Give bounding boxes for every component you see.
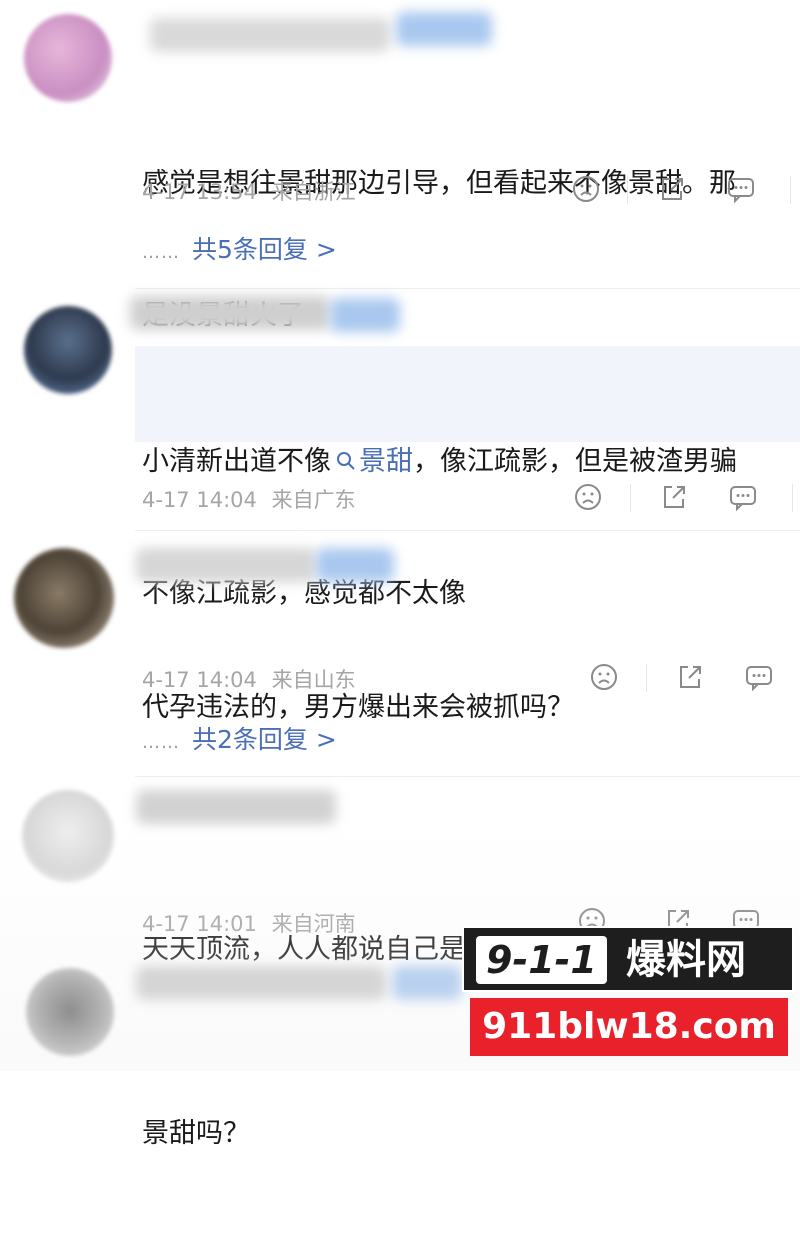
sad-face-icon[interactable] — [571, 174, 601, 204]
username-blurred[interactable] — [136, 548, 316, 582]
user-badge-blurred — [330, 298, 400, 332]
avatar[interactable] — [24, 14, 112, 102]
comment-meta: 4-17 14:04 来自山东 — [142, 664, 356, 694]
comment-location: 来自广东 — [271, 488, 356, 512]
comment-text: 代孕违法的，男方爆出来会被抓吗？ — [142, 692, 574, 723]
search-icon — [337, 452, 355, 470]
watermark-url: 911blw18.com — [482, 1006, 776, 1047]
username-blurred[interactable] — [150, 18, 390, 52]
user-badge-blurred — [316, 548, 394, 582]
comment-meta: 4-17 13:54 来自浙江 — [142, 176, 356, 206]
share-icon[interactable] — [657, 174, 687, 204]
comment-time: 14:01 — [196, 912, 257, 936]
avatar[interactable] — [24, 306, 112, 394]
comment-meta: 4-17 14:01 来自河南 — [142, 908, 356, 938]
watermark-url-box: 911blw18.com — [470, 998, 788, 1056]
comment-icon[interactable] — [726, 174, 756, 204]
comment-text: 景甜吗？ — [142, 1118, 250, 1149]
comment-time: 14:04 — [196, 668, 257, 692]
share-icon[interactable] — [659, 482, 689, 512]
comment-location: 来自河南 — [271, 912, 356, 936]
avatar[interactable] — [26, 968, 114, 1056]
comment-meta: 4-17 14:04 来自广东 — [142, 484, 356, 514]
watermark-title: 爆料网 — [626, 937, 746, 983]
divider — [792, 484, 793, 512]
sad-face-icon[interactable] — [573, 482, 603, 512]
divider — [135, 288, 800, 289]
username-blurred[interactable] — [136, 966, 386, 1000]
user-badge-blurred — [396, 12, 492, 46]
user-badge-blurred — [392, 966, 462, 1000]
avatar[interactable] — [14, 548, 114, 648]
share-icon[interactable] — [675, 662, 705, 692]
avatar[interactable] — [22, 790, 114, 882]
sad-face-icon[interactable] — [589, 662, 619, 692]
comment-date: 4-17 — [142, 912, 190, 936]
watermark-number: 9-1-1 — [476, 936, 607, 984]
comment-location: 来自山东 — [271, 668, 356, 692]
comment-location: 来自浙江 — [271, 180, 356, 204]
comment-date: 4-17 — [142, 488, 190, 512]
divider — [646, 664, 647, 692]
view-replies-link[interactable]: …… 共2条回复 > — [142, 720, 337, 756]
comment-icon[interactable] — [728, 482, 758, 512]
watermark: 9-1-1 爆料网 911blw18.com — [462, 926, 794, 1062]
username-blurred[interactable] — [130, 296, 330, 330]
comment-icon[interactable] — [744, 662, 774, 692]
divider — [627, 176, 628, 204]
comment-date: 4-17 — [142, 180, 190, 204]
username-blurred[interactable] — [136, 790, 336, 824]
divider — [135, 530, 800, 531]
comment-date: 4-17 — [142, 668, 190, 692]
comment-time: 13:54 — [196, 180, 257, 204]
view-replies-link[interactable]: …… 共5条回复 > — [142, 230, 337, 266]
topic-link[interactable]: 景甜 — [331, 446, 413, 477]
divider — [630, 484, 631, 512]
comment-time: 14:04 — [196, 488, 257, 512]
divider — [790, 176, 791, 204]
divider — [135, 776, 800, 777]
watermark-brand: 9-1-1 爆料网 — [462, 926, 794, 992]
